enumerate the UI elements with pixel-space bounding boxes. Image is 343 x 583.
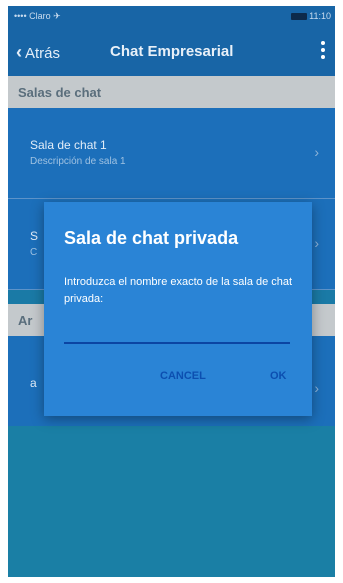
ok-button[interactable]: OK <box>270 370 287 382</box>
section-header-label: Ar <box>18 313 33 328</box>
dialog-message: Introduzca el nombre exacto de la sala d… <box>64 276 293 305</box>
page-title: Chat Empresarial <box>110 43 234 60</box>
list-item-sala-1[interactable]: Sala de chat 1 Descripción de sala 1 › <box>8 108 335 199</box>
chevron-right-icon: › <box>314 380 319 396</box>
private-room-dialog: Sala de chat privada Introduzca el nombr… <box>44 202 312 416</box>
chevron-left-icon: ‹ <box>16 42 22 62</box>
status-bar: •••• Claro ✈ 11:10 <box>8 6 335 28</box>
room-description: C <box>30 247 38 258</box>
app-screen: •••• Claro ✈ 11:10 ‹ Atrás Chat Empresari… <box>8 6 335 577</box>
chevron-right-icon: › <box>314 144 319 160</box>
navigation-bar: ‹ Atrás Chat Empresarial <box>8 28 335 76</box>
section-header-label: Salas de chat <box>18 85 102 100</box>
empty-area <box>8 426 335 577</box>
cancel-button[interactable]: CANCEL <box>160 370 206 382</box>
chevron-right-icon: › <box>314 235 319 251</box>
room-name: a <box>30 376 37 390</box>
more-options-icon[interactable] <box>317 38 329 64</box>
section-header-salas: Salas de chat <box>8 76 335 108</box>
clock-time: 11:10 <box>309 11 331 21</box>
room-name-input[interactable] <box>64 324 290 344</box>
battery-icon <box>291 13 307 20</box>
back-label: Atrás <box>25 45 61 62</box>
room-name: Sala de chat 1 <box>30 138 107 152</box>
dialog-title: Sala de chat privada <box>64 228 239 248</box>
room-description: Descripción de sala 1 <box>30 156 126 167</box>
carrier-label: •••• Claro ✈ <box>14 11 61 21</box>
room-name: S <box>30 229 39 243</box>
back-button[interactable]: ‹ Atrás <box>16 42 60 63</box>
